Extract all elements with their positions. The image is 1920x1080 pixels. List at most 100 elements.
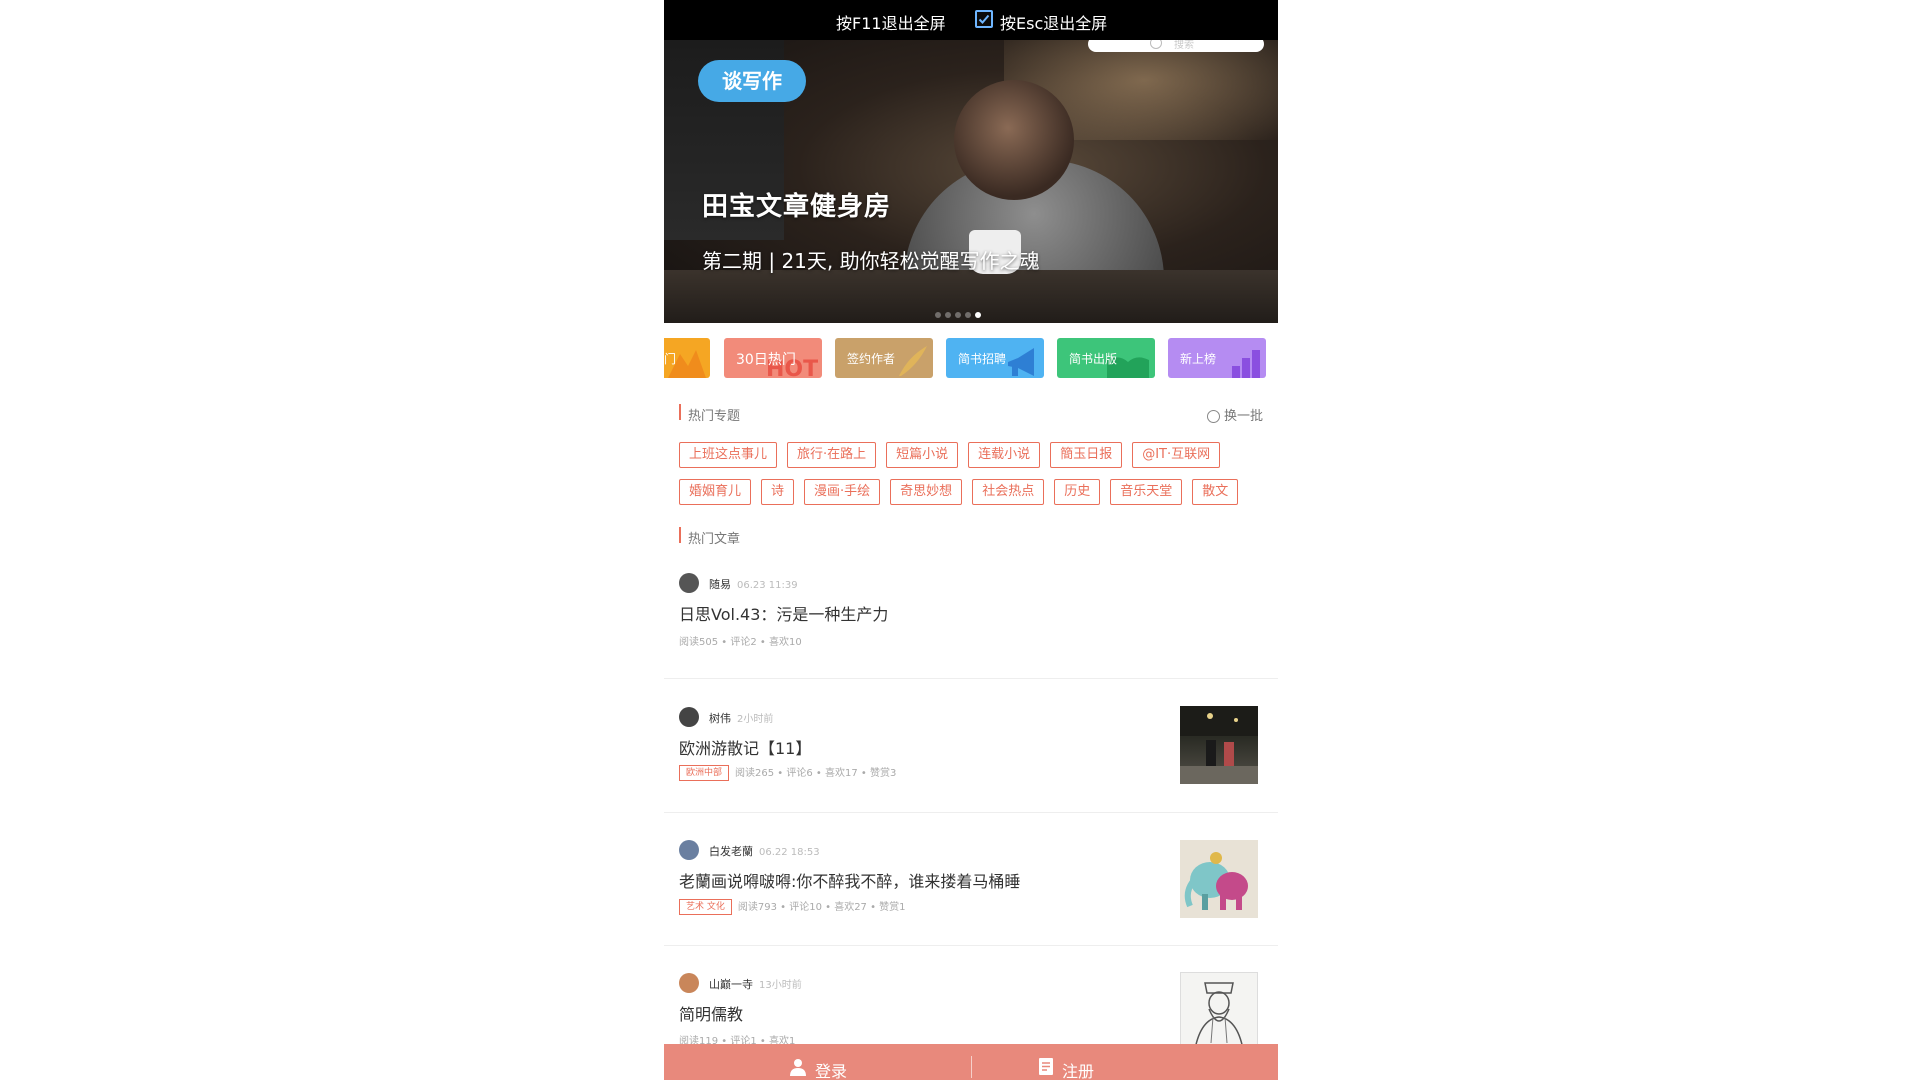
esc-exit-text: 按Esc退出全屏 <box>1000 14 1108 33</box>
search-icon <box>1150 40 1162 49</box>
esc-checkbox[interactable] <box>975 10 993 28</box>
topic-tag[interactable]: @IT·互联网 <box>1132 442 1221 468</box>
search-box[interactable]: 搜索 <box>1088 40 1264 52</box>
topic-tag[interactable]: 漫画·手绘 <box>804 479 881 505</box>
check-icon <box>978 14 990 24</box>
document-icon <box>1039 1058 1053 1075</box>
carousel-dot-active[interactable] <box>975 312 981 318</box>
article-title[interactable]: 老蘭画说嘚啵嘚:你不醉我不醉，谁来搂着马桶睡 <box>679 868 1020 892</box>
article-author[interactable]: 树伟 2小时前 <box>709 710 773 726</box>
article-item[interactable]: 随易 06.23 11:39 日思Vol.43：污是一种生产力 阅读505 • 评… <box>664 560 1278 679</box>
banner-person-head <box>954 80 1074 200</box>
refresh-label: 换一批 <box>1223 409 1263 424</box>
article-title[interactable]: 日思Vol.43：污是一种生产力 <box>679 601 888 625</box>
carousel-dot[interactable] <box>955 312 961 318</box>
register-button[interactable]: 注册 <box>971 1044 1278 1080</box>
article-stats: 艺术 文化 阅读793 • 评论10 • 喜欢27 • 赞赏1 <box>679 898 906 915</box>
topic-tag[interactable]: 散文 <box>1192 479 1239 505</box>
hot-topics-title: 热门专题 <box>688 409 741 424</box>
megaphone-icon <box>1008 348 1034 376</box>
article-collection-tag[interactable]: 欧洲中部 <box>679 765 730 781</box>
author-name: 随易 <box>709 578 731 591</box>
category-label: 门 <box>664 352 677 366</box>
topic-tag[interactable]: 诗 <box>761 479 795 505</box>
article-stats-text: 阅读265 • 评论6 • 喜欢17 • 赞赏3 <box>735 768 897 779</box>
topic-tag[interactable]: 簡玉日报 <box>1050 442 1123 468</box>
tag-row-1: 上班这点事儿 旅行·在路上 短篇小说 连载小说 簡玉日报 @IT·互联网 <box>679 442 1230 468</box>
quill-icon <box>899 346 927 376</box>
refresh-topics-button[interactable]: 换一批 <box>1206 405 1263 424</box>
carousel-dot[interactable] <box>935 312 941 318</box>
category-label: 30日热门 <box>736 352 796 368</box>
topic-tag[interactable]: 音乐天堂 <box>1110 479 1183 505</box>
topic-tag[interactable]: 社会热点 <box>972 479 1045 505</box>
category-label: 签约作者 <box>847 352 896 366</box>
topic-tag[interactable]: 上班这点事儿 <box>679 442 778 468</box>
banner-desk <box>664 270 1278 323</box>
category-label: 简书出版 <box>1069 352 1118 366</box>
author-name: 白发老蘭 <box>709 845 753 858</box>
elephant-painting-image <box>1184 852 1248 910</box>
section-accent-bar <box>679 527 681 543</box>
article-time: 06.23 11:39 <box>737 580 798 591</box>
category-30day-hot[interactable]: 30日热门 HOT <box>724 338 822 378</box>
hot-topics-header: 热门专题 换一批 <box>679 404 1263 424</box>
confucius-sketch-image <box>1194 982 1244 1049</box>
carousel-dot[interactable] <box>945 312 951 318</box>
user-icon <box>790 1059 806 1076</box>
avatar[interactable] <box>679 573 699 593</box>
article-title[interactable]: 简明儒教 <box>679 1001 743 1025</box>
banner-badge: 谈写作 <box>698 60 806 102</box>
hot-articles-title: 热门文章 <box>688 532 741 547</box>
category-new-list[interactable]: 新上榜 <box>1168 338 1266 378</box>
topic-tag[interactable]: 历史 <box>1054 479 1101 505</box>
article-author[interactable]: 随易 06.23 11:39 <box>709 576 798 592</box>
fullscreen-bar: 按F11退出全屏 按Esc退出全屏 <box>664 0 1278 40</box>
login-button[interactable]: 登录 <box>664 1044 971 1080</box>
topic-tag[interactable]: 奇思妙想 <box>890 479 963 505</box>
banner-subtitle: 第二期 | 21天, 助你轻松觉醒写作之魂 <box>702 249 1040 273</box>
f11-exit-text: 按F11退出全屏 <box>836 14 946 33</box>
carousel-dot[interactable] <box>965 312 971 318</box>
topic-tag[interactable]: 连载小说 <box>968 442 1041 468</box>
topic-tag[interactable]: 短篇小说 <box>886 442 959 468</box>
hot-articles-header: 热门文章 <box>679 527 1263 547</box>
category-signed-authors[interactable]: 签约作者 <box>835 338 933 378</box>
category-strip: 门 30日热门 HOT 签约作者 简书招聘 简书出版 新上榜 <box>664 338 1278 378</box>
article-thumbnail[interactable] <box>1180 840 1258 918</box>
article-time: 2小时前 <box>737 714 774 725</box>
topic-tag[interactable]: 婚姻育儿 <box>679 479 752 505</box>
article-author[interactable]: 山巅一寺 13小时前 <box>709 976 802 992</box>
article-thumbnail[interactable] <box>1180 706 1258 784</box>
article-item[interactable]: 树伟 2小时前 欧洲游散记【11】 欧洲中部 阅读265 • 评论6 • 喜欢17 … <box>664 679 1278 813</box>
author-name: 山巅一寺 <box>709 978 753 991</box>
refresh-icon <box>1206 410 1220 423</box>
banner-title: 田宝文章健身房 <box>702 192 892 222</box>
avatar[interactable] <box>679 707 699 727</box>
tag-row-2: 婚姻育儿诗漫画·手绘 奇思妙想 社会热点 历史 音乐天堂 散文 <box>679 479 1248 505</box>
category-label: 新上榜 <box>1180 352 1217 366</box>
category-hot[interactable]: 门 <box>664 338 710 378</box>
article-stats: 阅读505 • 评论2 • 喜欢10 <box>679 637 802 648</box>
article-time: 06.22 18:53 <box>759 847 820 858</box>
hero-banner[interactable]: 搜索 谈写作 田宝文章健身房 第二期 | 21天, 助你轻松觉醒写作之魂 <box>664 40 1278 323</box>
article-title[interactable]: 欧洲游散记【11】 <box>679 735 811 759</box>
avatar[interactable] <box>679 973 699 993</box>
category-publishing[interactable]: 简书出版 <box>1057 338 1155 378</box>
category-label: 简书招聘 <box>958 352 1007 366</box>
article-collection-tag[interactable]: 艺术 文化 <box>679 899 732 915</box>
article-author[interactable]: 白发老蘭 06.22 18:53 <box>709 843 820 859</box>
bars-icon <box>1232 350 1260 378</box>
street-photo-image <box>1180 706 1258 784</box>
article-thumbnail[interactable] <box>1180 972 1258 1050</box>
article-time: 13小时前 <box>759 980 802 991</box>
author-name: 树伟 <box>709 712 731 725</box>
register-label: 注册 <box>1062 1062 1095 1080</box>
avatar[interactable] <box>679 840 699 860</box>
search-placeholder: 搜索 <box>1174 40 1194 51</box>
topic-tag[interactable]: 旅行·在路上 <box>787 442 877 468</box>
category-jobs[interactable]: 简书招聘 <box>946 338 1044 378</box>
phone-frame: 按F11退出全屏 按Esc退出全屏 搜索 谈写作 田宝文章健身房 第二期 | 2… <box>664 0 1278 1080</box>
article-item[interactable]: 白发老蘭 06.22 18:53 老蘭画说嘚啵嘚:你不醉我不醉，谁来搂着马桶睡 艺… <box>664 813 1278 946</box>
article-stats-text: 阅读793 • 评论10 • 喜欢27 • 赞赏1 <box>737 902 906 913</box>
